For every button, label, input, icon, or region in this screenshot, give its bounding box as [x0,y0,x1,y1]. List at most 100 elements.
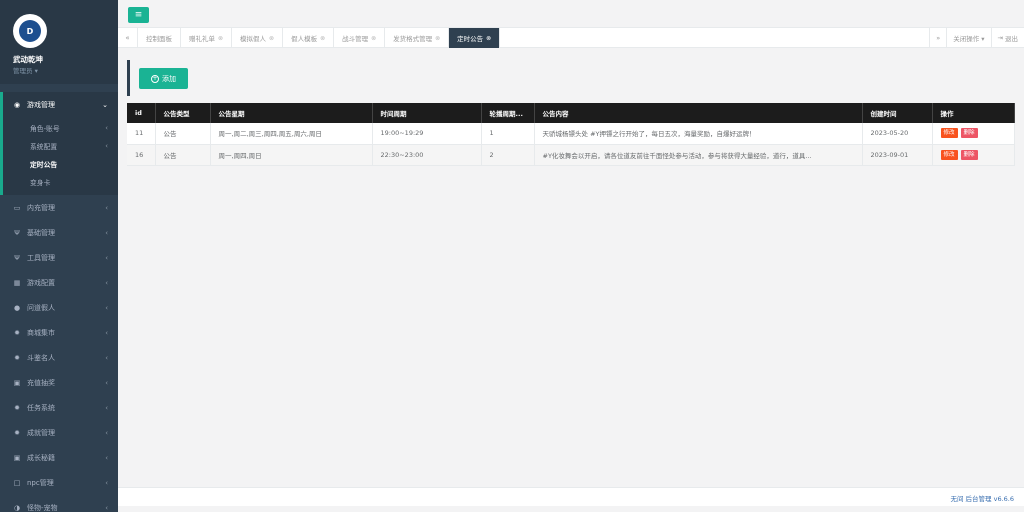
avatar[interactable]: D [13,14,47,48]
chevron-left-icon: ‹ [105,503,108,512]
column-header[interactable]: 创建时间 [862,103,933,123]
monitor-icon: ▭ [13,203,21,212]
sidebar-item-tool-management[interactable]: Ψ 工具管理 ‹ [0,245,118,270]
sidebar-item-label: 游戏配置 [27,278,55,287]
fork-icon: Ψ [14,253,20,262]
sidebar-item-game-config[interactable]: ▦ 游戏配置 ‹ [0,270,118,295]
user-icon: ● [13,303,21,312]
sidebar-item-label: 内充管理 [27,203,55,212]
sidebar-item-growth-guide[interactable]: ▣ 成长秘籍 ‹ [0,445,118,470]
close-icon[interactable]: ⊗ [218,35,223,42]
sidebar-item-basic-management[interactable]: Ψ 基础管理 ‹ [0,220,118,245]
delete-button[interactable]: 删除 [960,149,978,160]
gamepad-icon: ◉ [13,100,21,109]
tab-sim-players[interactable]: 模拟假人 ⊗ [232,28,284,48]
chevron-left-icon: ‹ [105,403,108,412]
cell-weekday: 周一,周二,周三,周四,周五,周六,周日 [210,123,373,145]
cell-content: 天骄城杨镖头处 #Y押镖之行开始了，每日五次，海量奖励，自爆好运牌！ [534,123,863,145]
tabs-scroll-right-button[interactable]: » [929,28,946,48]
close-icon[interactable]: ⊗ [371,35,376,42]
tab-shipping-format[interactable]: 发货格式管理 ⊗ [385,28,450,48]
sidebar-item-recharge-lottery[interactable]: ▣ 充值抽奖 ‹ [0,370,118,395]
sub-item-system-config[interactable]: 系统配置 ‹ [3,137,118,155]
cell-content: #Y化妆舞会以开启，请各位道友前往千面怪处参与活动，参与将获得大量经验，道行，道… [534,144,863,166]
sidebar-item-monster-pet[interactable]: ◑ 怪物-宠物 ‹ [0,495,118,512]
sidebar-item-internal-recharge[interactable]: ▭ 内充管理 ‹ [0,195,118,220]
tab-label: 假人模板 [291,35,318,43]
card-icon: ▣ [13,453,21,462]
cell-period: 19:00~19:29 [372,123,482,145]
tab-battle-management[interactable]: 战斗管理 ⊗ [334,28,386,48]
chevron-down-icon: ⌄ [102,100,108,109]
sidebar-item-achievements[interactable]: ✹ 成就管理 ‹ [0,420,118,445]
close-icon[interactable]: ⊗ [269,35,274,42]
cell-created: 2023-09-01 [862,144,933,166]
fork-icon: Ψ [14,228,20,237]
gear-icon: ✹ [14,353,20,362]
chevron-left-icon: ‹ [105,453,108,462]
sidebar-item-fake-players[interactable]: ● 问道假人 ‹ [0,295,118,320]
cell-id: 11 [127,123,156,145]
profile-panel: D 武动乾坤 管理员 ▾ [0,0,118,84]
tab-list: 控制面板 赠礼礼单 ⊗ 模拟假人 ⊗ 假人模板 ⊗ 战斗管理 ⊗ 发货格式管理 … [138,28,501,48]
sidebar-item-task-system[interactable]: ✹ 任务系统 ‹ [0,395,118,420]
menu-toggle-button[interactable]: ≡ [128,7,149,23]
tab-gift-list[interactable]: 赠礼礼单 ⊗ [181,28,233,48]
sub-item-transform-card[interactable]: 变身卡 [3,173,118,191]
half-circle-icon: ◑ [13,503,21,512]
gear-icon: ✹ [14,428,20,437]
tab-dashboard[interactable]: 控制面板 [138,28,181,48]
sidebar-item-label: 充值抽奖 [27,378,55,387]
column-header[interactable]: 公告类型 [155,103,211,123]
delete-button[interactable]: 删除 [960,128,978,139]
chevron-left-icon: ‹ [105,353,108,362]
sub-item-role-account[interactable]: 角色-账号 ‹ [3,119,118,137]
tab-label: 控制面板 [146,35,172,43]
close-icon[interactable]: ⊗ [435,35,440,42]
edit-button[interactable]: 修改 [940,128,958,139]
double-chevron-right-icon: » [936,34,941,42]
sidebar-item-label: 商城集市 [27,328,55,337]
close-icon[interactable]: ⊗ [486,35,491,42]
sidebar-menu: ◉ 游戏管理 ⌄ 角色-账号 ‹ 系统配置 ‹ 定时公告 变身卡 ▭ 内充管理 … [0,92,118,512]
sidebar-item-game-management[interactable]: ◉ 游戏管理 ⌄ [0,92,118,117]
column-header[interactable]: 时间周期 [372,103,482,123]
column-header[interactable]: 操作 [932,103,1015,123]
column-header[interactable]: 公告星期 [210,103,373,123]
grid-icon: ▦ [13,278,21,287]
logo-icon: D [19,20,41,42]
close-ops-dropdown[interactable]: 关闭操作 ▾ [946,28,990,48]
double-chevron-left-icon: « [125,34,130,42]
submenu: 角色-账号 ‹ 系统配置 ‹ 定时公告 变身卡 [0,117,118,195]
sidebar-item-celebrities[interactable]: ✹ 斗鉴名人 ‹ [0,345,118,370]
profile-role-dropdown[interactable]: 管理员 ▾ [13,65,38,75]
table-row[interactable]: 11 公告 周一,周二,周三,周四,周五,周六,周日 19:00~19:29 1… [127,123,1015,145]
add-button[interactable]: + 添加 [139,68,188,89]
gear-icon: ✹ [14,403,20,412]
table-row[interactable]: 16 公告 周一,周四,周日 22:30~23:00 2 #Y化妆舞会以开启，请… [127,144,1015,166]
sub-item-label: 定时公告 [30,161,58,169]
hamburger-icon: ≡ [134,10,143,20]
logout-icon: ⇥ [997,34,1003,42]
edit-button[interactable]: 修改 [940,149,958,160]
sidebar-item-label: 成就管理 [27,428,55,437]
sub-item-scheduled-notice[interactable]: 定时公告 [3,155,118,173]
sidebar-item-label: npc管理 [27,478,54,487]
chevron-left-icon: ‹ [105,142,108,150]
add-button-label: 添加 [162,74,176,83]
sidebar-item-mall-market[interactable]: ✹ 商城集市 ‹ [0,320,118,345]
column-header[interactable]: 公告内容 [534,103,863,123]
logout-button[interactable]: ⇥ 退出 [990,28,1024,48]
tabs-scroll-left-button[interactable]: « [118,28,138,48]
sidebar-item-npc[interactable]: □ npc管理 ‹ [0,470,118,495]
tab-player-templates[interactable]: 假人模板 ⊗ [283,28,335,48]
close-icon[interactable]: ⊗ [320,35,325,42]
cell-created: 2023-05-20 [862,123,933,145]
column-header[interactable]: id [127,103,156,123]
chevron-left-icon: ‹ [105,203,108,212]
cell-cycle: 1 [481,123,535,145]
cell-actions: 修改 删除 [932,123,1015,145]
tab-scheduled-notice[interactable]: 定时公告 ⊗ [449,28,501,48]
tab-label: 定时公告 [457,35,484,43]
column-header[interactable]: 轮播周期... [481,103,535,123]
